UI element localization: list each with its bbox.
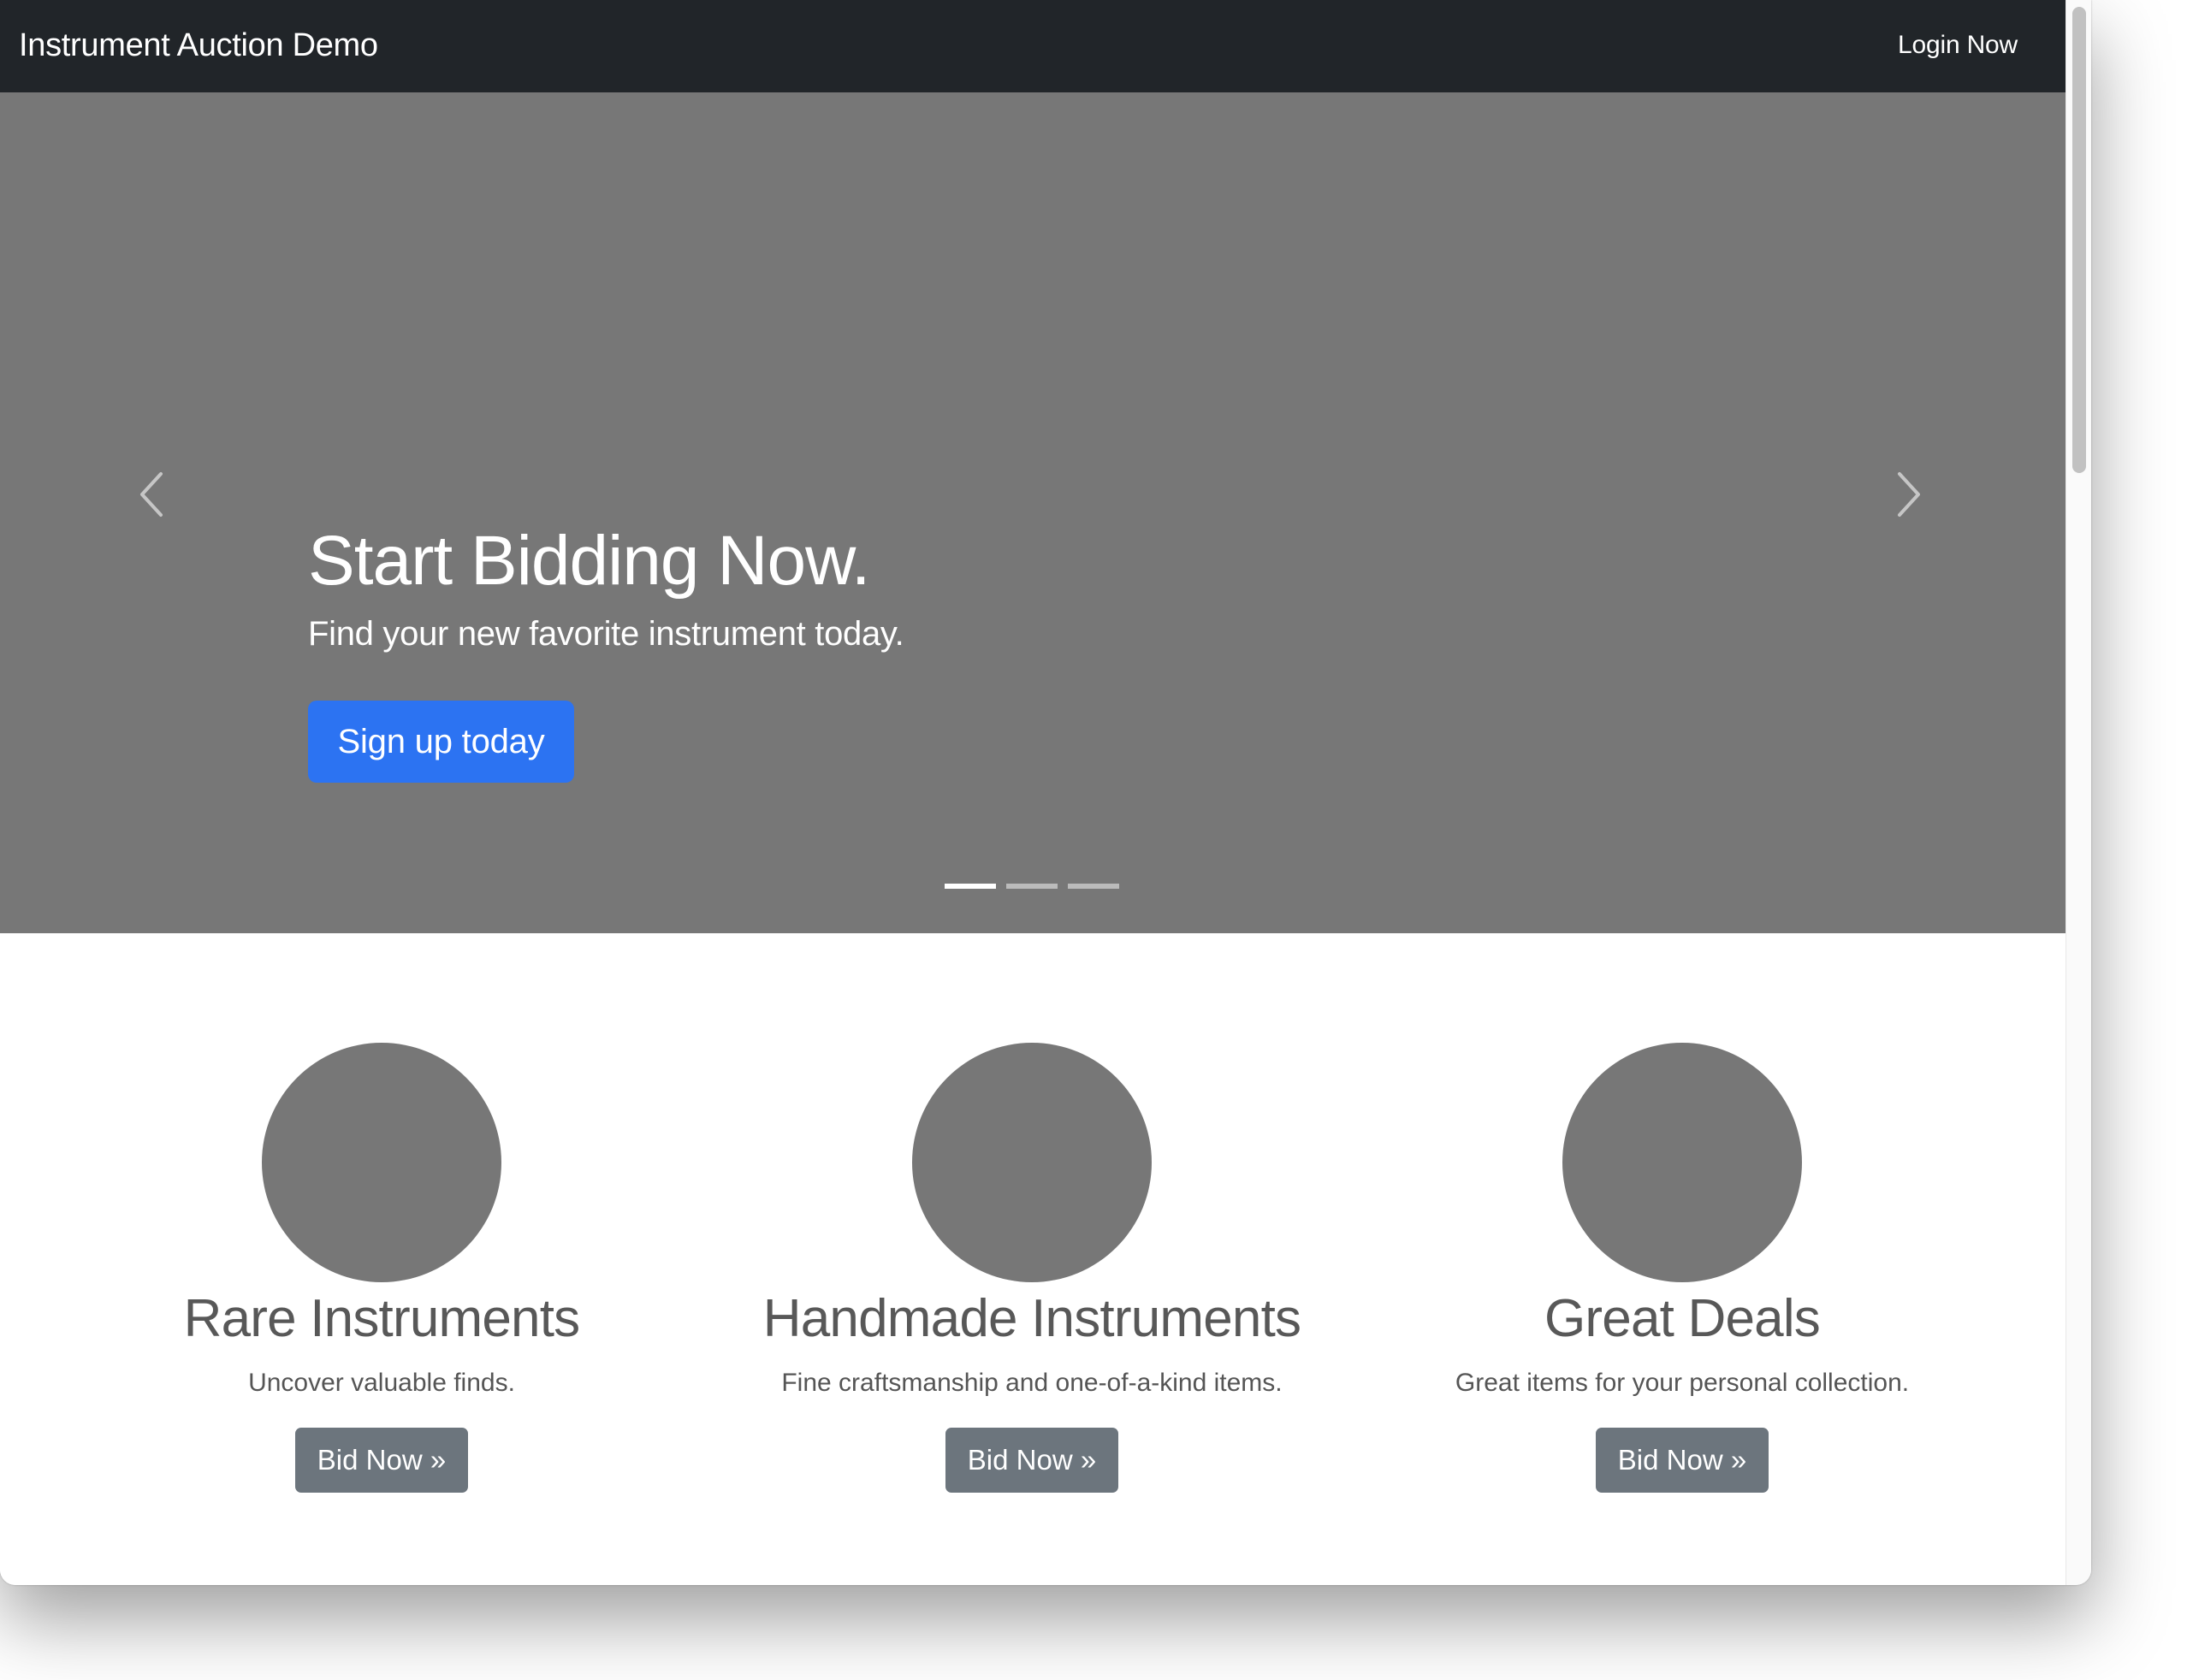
login-link[interactable]: Login Now bbox=[1898, 27, 2018, 64]
scrollbar-thumb[interactable] bbox=[2072, 7, 2086, 473]
feature-title: Rare Instruments bbox=[183, 1289, 581, 1348]
navbar-brand-link[interactable]: Instrument Auction Demo bbox=[19, 24, 378, 67]
feature-title: Handmade Instruments bbox=[762, 1289, 1301, 1348]
chevron-left-icon bbox=[140, 472, 163, 517]
bid-now-button[interactable]: Bid Now » bbox=[294, 1428, 469, 1493]
feature-description: Fine craftsmanship and one-of-a-kind ite… bbox=[781, 1369, 1283, 1397]
hero-carousel: Start Bidding Now. Find your new favorit… bbox=[0, 92, 2066, 933]
carousel-next-area bbox=[0, 92, 2066, 933]
carousel-heading: Start Bidding Now. bbox=[308, 522, 871, 600]
carousel-indicator-1[interactable] bbox=[945, 884, 996, 889]
chevron-right-icon[interactable] bbox=[1896, 470, 1923, 518]
vertical-scrollbar[interactable] bbox=[2066, 0, 2091, 1585]
carousel-indicator-3[interactable] bbox=[1068, 884, 1119, 889]
navbar: Instrument Auction Demo Login Now bbox=[0, 0, 2066, 92]
features-section: Rare Instruments Uncover valuable finds.… bbox=[0, 933, 2066, 1585]
feature-title: Great Deals bbox=[1544, 1289, 1821, 1348]
bid-now-button[interactable]: Bid Now » bbox=[1595, 1428, 1769, 1493]
feature-description: Uncover valuable finds. bbox=[248, 1369, 515, 1397]
carousel-caption: Start Bidding Now. Find your new favorit… bbox=[308, 520, 904, 783]
feature-image-placeholder bbox=[912, 1043, 1152, 1282]
sign-up-button[interactable]: Sign up today bbox=[308, 701, 574, 783]
feature-image-placeholder bbox=[262, 1043, 501, 1282]
page-viewport: Instrument Auction Demo Login Now Start … bbox=[0, 0, 2066, 1585]
carousel-prev-button[interactable] bbox=[0, 92, 308, 933]
feature-description: Great items for your personal collection… bbox=[1455, 1369, 1910, 1397]
feature-image-placeholder bbox=[1562, 1043, 1802, 1282]
feature-card-handmade: Handmade Instruments Fine craftsmanship … bbox=[707, 1043, 1357, 1493]
carousel-subheading: Find your new favorite instrument today. bbox=[308, 615, 904, 653]
carousel-indicators bbox=[945, 884, 1119, 889]
feature-card-rare: Rare Instruments Uncover valuable finds.… bbox=[56, 1043, 707, 1493]
bid-now-button[interactable]: Bid Now » bbox=[945, 1428, 1119, 1493]
carousel-indicator-2[interactable] bbox=[1006, 884, 1058, 889]
browser-window: Instrument Auction Demo Login Now Start … bbox=[0, 0, 2091, 1585]
feature-card-deals: Great Deals Great items for your persona… bbox=[1357, 1043, 2007, 1493]
